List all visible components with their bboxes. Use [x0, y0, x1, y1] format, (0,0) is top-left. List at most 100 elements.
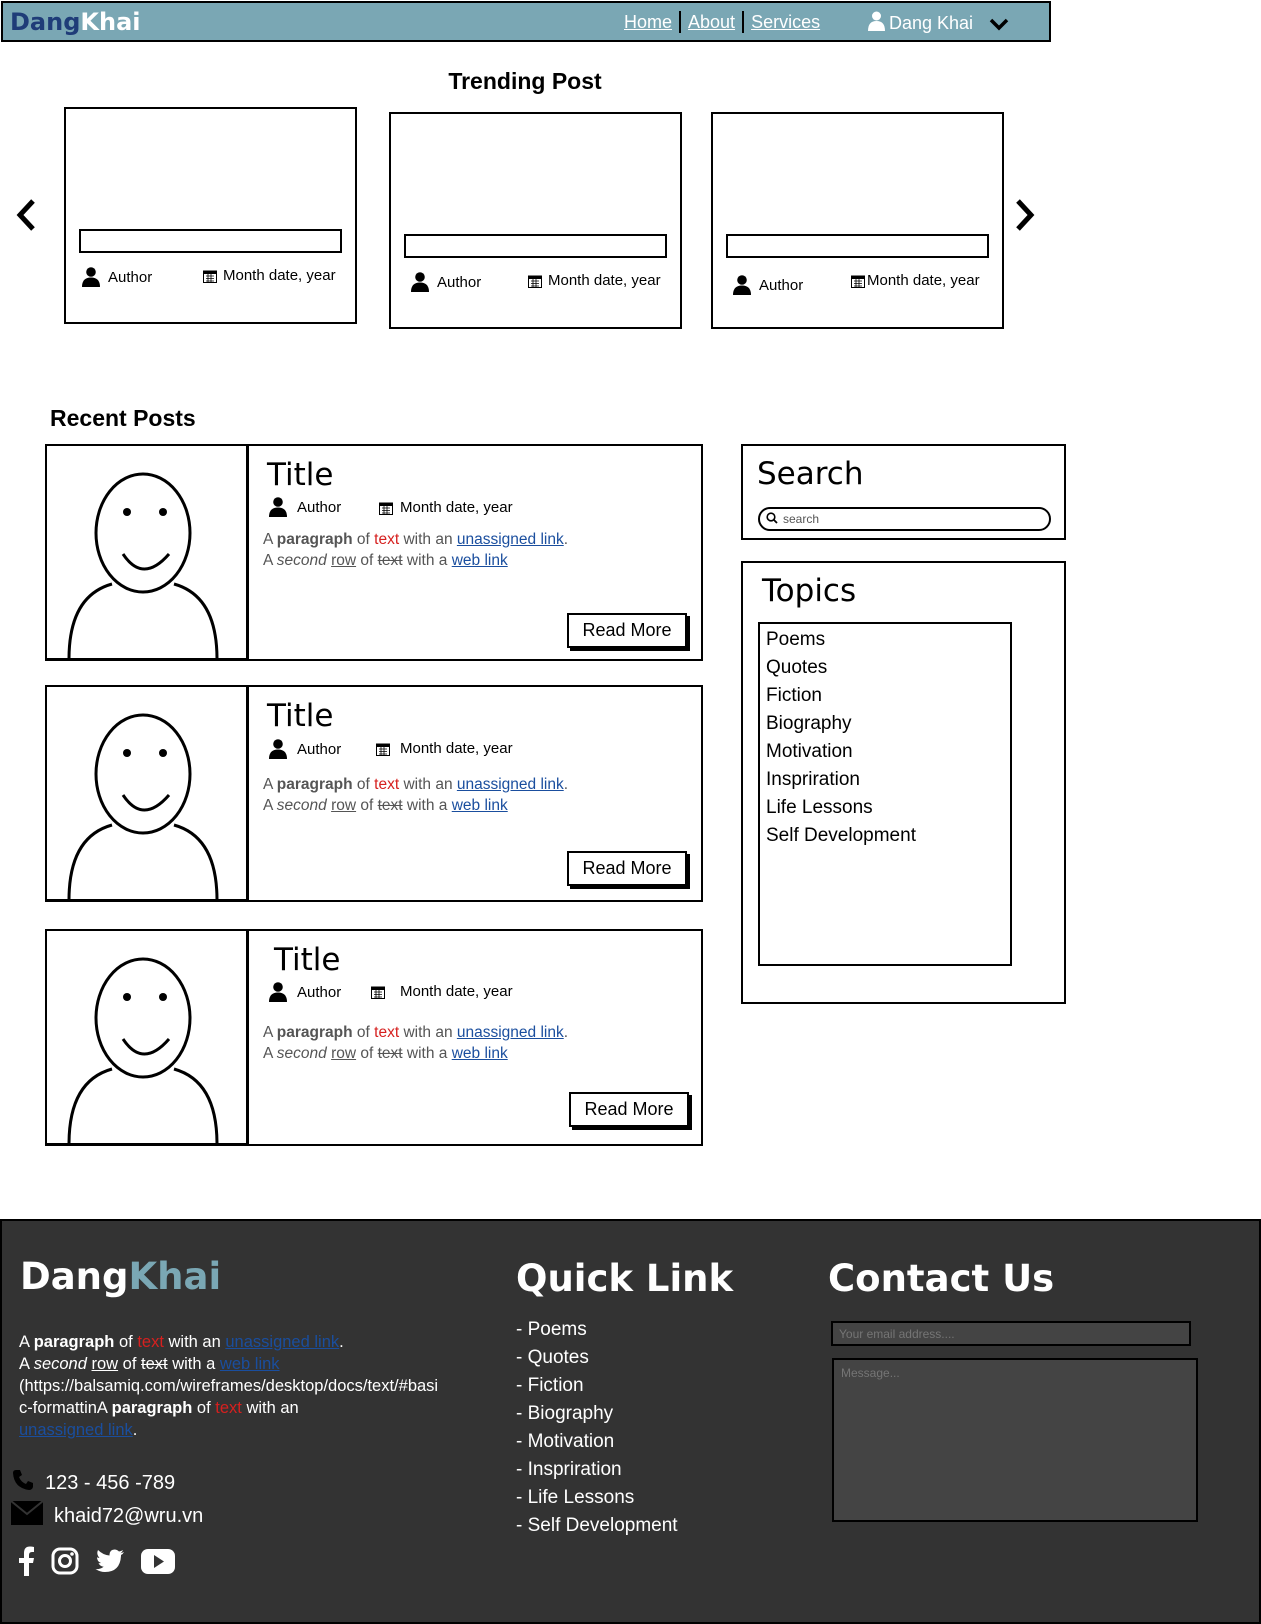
nav-divider: [742, 11, 745, 33]
calendar-icon: [203, 270, 217, 283]
twitter-icon[interactable]: [95, 1549, 125, 1579]
quick-link-item[interactable]: - Poems: [516, 1316, 678, 1344]
quick-link-title: Quick Link: [516, 1257, 734, 1300]
trending-card[interactable]: Author Month date, year: [711, 112, 1004, 329]
user-icon: [269, 739, 287, 759]
post-author: Author: [269, 982, 341, 1002]
unassigned-link[interactable]: unassigned link: [457, 531, 564, 548]
post-card: Title Author Month date, year A paragrap…: [45, 444, 703, 661]
instagram-icon[interactable]: [51, 1547, 79, 1580]
trending-title-bar: [726, 234, 989, 258]
calendar-icon: [379, 502, 393, 515]
calendar-icon: [376, 743, 390, 756]
post-excerpt: A paragraph of text with an unassigned l…: [263, 531, 569, 569]
quick-link-item[interactable]: - Motivation: [516, 1428, 678, 1456]
trending-card[interactable]: Author Month date, year: [389, 112, 682, 329]
web-link[interactable]: web link: [452, 1045, 508, 1062]
web-link[interactable]: web link: [452, 797, 508, 814]
brand-logo[interactable]: DangKhai: [10, 8, 141, 36]
nav-services-link[interactable]: Services: [751, 12, 820, 33]
topic-item[interactable]: Quotes: [766, 654, 1004, 682]
user-icon: [411, 272, 429, 292]
user-icon: [269, 982, 287, 1002]
footer-paragraph: A paragraph of text with an unassigned l…: [19, 1333, 439, 1439]
phone-icon: [11, 1468, 35, 1498]
contact-us-title: Contact Us: [828, 1257, 1055, 1300]
trending-date: Month date, year: [203, 267, 336, 284]
calendar-icon: [851, 275, 865, 288]
footer-phone: 123 - 456 -789: [11, 1468, 175, 1498]
chevron-left-icon[interactable]: [14, 198, 38, 237]
footer-email: khaid72@wru.vn: [10, 1500, 203, 1531]
social-links: [18, 1546, 191, 1581]
avatar: [47, 446, 249, 659]
topic-item[interactable]: Life Lessons: [766, 794, 1004, 822]
read-more-button[interactable]: Read More: [567, 851, 687, 886]
web-link[interactable]: web link: [220, 1355, 280, 1373]
search-icon: [766, 511, 783, 527]
search-input[interactable]: search: [758, 507, 1051, 531]
trending-title-bar: [404, 234, 667, 258]
quick-link-item[interactable]: - Self Development: [516, 1512, 678, 1540]
read-more-button[interactable]: Read More: [569, 1092, 689, 1127]
trending-card[interactable]: Author Month date, year: [64, 107, 357, 324]
footer: DangKhai A paragraph of text with an una…: [0, 1219, 1261, 1624]
trending-date: Month date, year: [851, 272, 980, 289]
quick-link-item[interactable]: - Inspriration: [516, 1456, 678, 1484]
user-icon: [733, 275, 751, 295]
post-title[interactable]: Title: [267, 457, 333, 493]
chevron-down-icon[interactable]: [989, 15, 1013, 36]
post-card: Title Author Month date, year A paragrap…: [45, 929, 703, 1146]
search-title: Search: [757, 456, 864, 492]
topic-item[interactable]: Motivation: [766, 738, 1004, 766]
message-field[interactable]: [832, 1358, 1198, 1522]
topics-panel: Topics Poems Quotes Fiction Biography Mo…: [741, 561, 1066, 1004]
nav-home-link[interactable]: Home: [624, 12, 672, 33]
post-excerpt: A paragraph of text with an unassigned l…: [263, 1024, 569, 1062]
read-more-button[interactable]: Read More: [567, 613, 687, 648]
envelope-icon: [10, 1500, 44, 1531]
brand-part-2: Khai: [80, 8, 141, 36]
nav-about-link[interactable]: About: [688, 12, 735, 33]
unassigned-link[interactable]: unassigned link: [225, 1333, 339, 1351]
quick-link-item[interactable]: - Biography: [516, 1400, 678, 1428]
nav-divider: [679, 11, 682, 33]
unassigned-link[interactable]: unassigned link: [19, 1421, 133, 1439]
post-date: Month date, year: [371, 983, 513, 1000]
recent-posts-title: Recent Posts: [50, 405, 196, 431]
post-excerpt: A paragraph of text with an unassigned l…: [263, 776, 569, 814]
youtube-icon[interactable]: [141, 1548, 175, 1579]
topic-item[interactable]: Self Development: [766, 822, 1004, 850]
search-panel: Search search: [741, 444, 1066, 540]
trending-title-bar: [79, 229, 342, 253]
brand-part-1: Dang: [10, 8, 81, 36]
user-icon: [82, 267, 100, 287]
quick-link-item[interactable]: - Fiction: [516, 1372, 678, 1400]
trending-date: Month date, year: [528, 272, 661, 289]
web-link[interactable]: web link: [452, 552, 508, 569]
user-icon: [269, 497, 287, 517]
footer-brand-logo[interactable]: DangKhai: [20, 1255, 221, 1298]
trending-author: Author: [411, 272, 481, 292]
user-menu[interactable]: Dang Khai: [868, 11, 1013, 36]
quick-link-item[interactable]: - Life Lessons: [516, 1484, 678, 1512]
topic-item[interactable]: Inspriration: [766, 766, 1004, 794]
avatar: [47, 931, 249, 1144]
quick-link-item[interactable]: - Quotes: [516, 1344, 678, 1372]
trending-title: Trending Post: [448, 68, 602, 94]
nav-links: Home About Services: [624, 11, 820, 33]
avatar: [47, 687, 249, 900]
topics-title: Topics: [762, 573, 857, 609]
topic-item[interactable]: Fiction: [766, 682, 1004, 710]
post-title[interactable]: Title: [274, 942, 340, 978]
unassigned-link[interactable]: unassigned link: [457, 1024, 564, 1041]
user-icon: [868, 11, 889, 36]
topics-list[interactable]: Poems Quotes Fiction Biography Motivatio…: [758, 622, 1012, 966]
chevron-right-icon[interactable]: [1013, 198, 1037, 237]
topic-item[interactable]: Poems: [766, 626, 1004, 654]
post-title[interactable]: Title: [267, 698, 333, 734]
facebook-icon[interactable]: [18, 1546, 35, 1581]
unassigned-link[interactable]: unassigned link: [457, 776, 564, 793]
topic-item[interactable]: Biography: [766, 710, 1004, 738]
email-field[interactable]: [831, 1321, 1191, 1346]
